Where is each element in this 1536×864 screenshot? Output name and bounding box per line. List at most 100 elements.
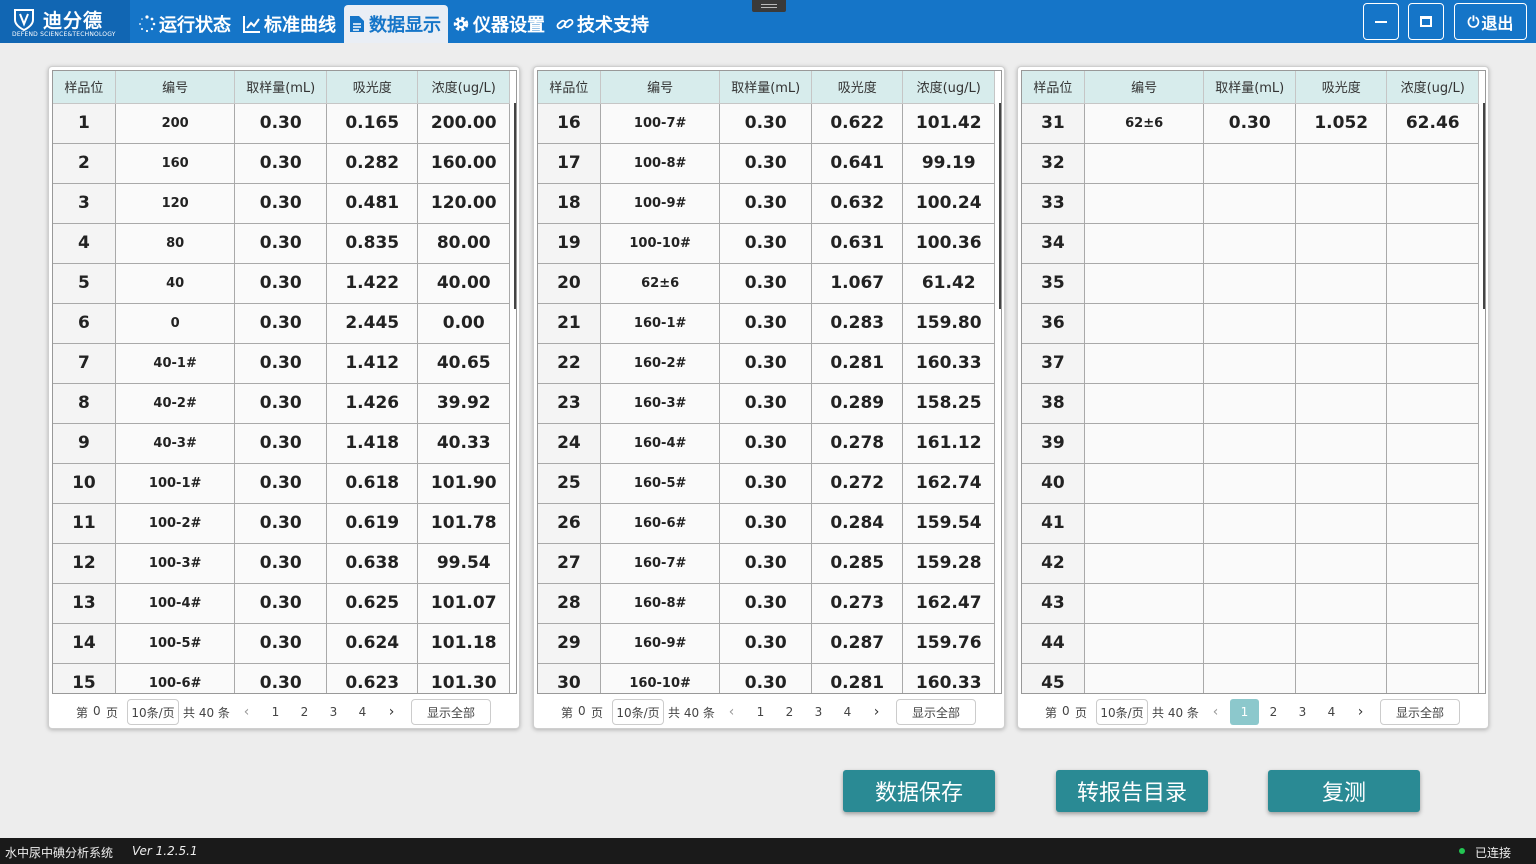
table-row[interactable]: 1 200 0.30 0.165 200.00 [53,103,510,144]
table-row[interactable]: 38 [1022,383,1479,424]
show-all-button[interactable]: 显示全部 [411,699,491,725]
column-header[interactable]: 样品位 [1022,71,1085,104]
page-number-button[interactable]: 3 [1288,699,1317,725]
table-row[interactable]: 3 120 0.30 0.481 120.00 [53,183,510,224]
show-all-button[interactable]: 显示全部 [1380,699,1460,725]
table-row[interactable]: 16 100-7# 0.30 0.622 101.42 [538,103,995,144]
column-header[interactable]: 吸光度 [1295,71,1388,104]
table-row[interactable]: 44 [1022,623,1479,664]
page-number-button[interactable]: 1 [261,699,290,725]
table-row[interactable]: 27 160-7# 0.30 0.285 159.28 [538,543,995,584]
table-row[interactable]: 14 100-5# 0.30 0.624 101.18 [53,623,510,664]
scrollbar[interactable] [1483,103,1485,309]
prev-page-icon[interactable]: ‹ [1201,699,1230,725]
table-row[interactable]: 12 100-3# 0.30 0.638 99.54 [53,543,510,584]
page-number-button[interactable]: 1 [746,699,775,725]
table-row[interactable]: 17 100-8# 0.30 0.641 99.19 [538,143,995,184]
table-row[interactable]: 40 [1022,463,1479,504]
column-header[interactable]: 编号 [600,71,721,104]
table-row[interactable]: 29 160-9# 0.30 0.287 159.76 [538,623,995,664]
table-row[interactable]: 8 40-2# 0.30 1.426 39.92 [53,383,510,424]
maximize-button[interactable] [1408,3,1444,40]
table-row[interactable]: 15 100-6# 0.30 0.623 101.30 [53,663,510,693]
table-row[interactable]: 42 [1022,543,1479,584]
column-header[interactable]: 吸光度 [326,71,419,104]
column-header[interactable]: 样品位 [538,71,601,104]
column-header[interactable]: 吸光度 [811,71,904,104]
column-header[interactable]: 浓度(ug/L) [417,71,510,104]
table-row[interactable]: 9 40-3# 0.30 1.418 40.33 [53,423,510,464]
data-table-1[interactable]: 样品位 编号 取样量(mL) 吸光度 浓度(ug/L) 1 200 0.30 0.165 200.… [52,70,517,694]
drag-handle[interactable] [752,0,786,12]
page-number-button[interactable]: 2 [1259,699,1288,725]
next-page-icon[interactable]: › [377,699,406,725]
table-row[interactable]: 5 40 0.30 1.422 40.00 [53,263,510,304]
table-row[interactable]: 21 160-1# 0.30 0.283 159.80 [538,303,995,344]
save-data-button[interactable]: 数据保存 [843,770,995,812]
table-row[interactable]: 26 160-6# 0.30 0.284 159.54 [538,503,995,544]
table-row[interactable]: 11 100-2# 0.30 0.619 101.78 [53,503,510,544]
prev-page-icon[interactable]: ‹ [232,699,261,725]
page-number-button[interactable]: 4 [348,699,377,725]
table-row[interactable]: 2 160 0.30 0.282 160.00 [53,143,510,184]
minimize-button[interactable] [1363,3,1399,40]
table-row[interactable]: 19 100-10# 0.30 0.631 100.36 [538,223,995,264]
table-row[interactable]: 35 [1022,263,1479,304]
table-row[interactable]: 33 [1022,183,1479,224]
table-row[interactable]: 18 100-9# 0.30 0.632 100.24 [538,183,995,224]
scrollbar[interactable] [514,103,516,309]
table-row[interactable]: 45 [1022,663,1479,693]
table-row[interactable]: 31 62±6 0.30 1.052 62.46 [1022,103,1479,144]
table-row[interactable]: 28 160-8# 0.30 0.273 162.47 [538,583,995,624]
table-row[interactable]: 39 [1022,423,1479,464]
page-number-button[interactable]: 1 [1230,699,1259,725]
table-row[interactable]: 25 160-5# 0.30 0.272 162.74 [538,463,995,504]
tab-run-status[interactable]: 运行状态 [137,5,231,43]
table-row[interactable]: 34 [1022,223,1479,264]
page-size-select[interactable]: 10条/页 [612,699,664,725]
column-header[interactable]: 取样量(mL) [234,71,327,104]
tab-standard-curve[interactable]: 标准曲线 [242,5,336,43]
column-header[interactable]: 样品位 [53,71,116,104]
data-table-3[interactable]: 样品位 编号 取样量(mL) 吸光度 浓度(ug/L) 31 62±6 0.30 1.052 62… [1021,70,1486,694]
report-dir-button[interactable]: 转报告目录 [1056,770,1208,812]
scrollbar[interactable] [999,103,1001,309]
data-table-2[interactable]: 样品位 编号 取样量(mL) 吸光度 浓度(ug/L) 16 100-7# 0.30 0.622… [537,70,1002,694]
table-row[interactable]: 6 0 0.30 2.445 0.00 [53,303,510,344]
page-number-button[interactable]: 2 [775,699,804,725]
table-row[interactable]: 36 [1022,303,1479,344]
table-row[interactable]: 4 80 0.30 0.835 80.00 [53,223,510,264]
table-row[interactable]: 7 40-1# 0.30 1.412 40.65 [53,343,510,384]
next-page-icon[interactable]: › [862,699,891,725]
column-header[interactable]: 浓度(ug/L) [902,71,995,104]
column-header[interactable]: 编号 [1084,71,1205,104]
next-page-icon[interactable]: › [1346,699,1375,725]
table-row[interactable]: 32 [1022,143,1479,184]
prev-page-icon[interactable]: ‹ [717,699,746,725]
retest-button[interactable]: 复测 [1268,770,1420,812]
column-header[interactable]: 取样量(mL) [1203,71,1296,104]
page-number-button[interactable]: 3 [319,699,348,725]
exit-button[interactable]: ⏻ 退出 [1454,3,1527,40]
column-header[interactable]: 浓度(ug/L) [1386,71,1479,104]
table-row[interactable]: 24 160-4# 0.30 0.278 161.12 [538,423,995,464]
table-row[interactable]: 22 160-2# 0.30 0.281 160.33 [538,343,995,384]
tab-instrument-settings[interactable]: 仪器设置 [451,5,545,43]
show-all-button[interactable]: 显示全部 [896,699,976,725]
table-row[interactable]: 43 [1022,583,1479,624]
page-number-button[interactable]: 4 [1317,699,1346,725]
table-row[interactable]: 20 62±6 0.30 1.067 61.42 [538,263,995,304]
column-header[interactable]: 取样量(mL) [719,71,812,104]
page-size-select[interactable]: 10条/页 [1096,699,1148,725]
tab-data-display[interactable]: 数据显示 [344,5,448,43]
table-row[interactable]: 30 160-10# 0.30 0.281 160.33 [538,663,995,693]
tab-tech-support[interactable]: 技术支持 [555,5,649,43]
page-number-button[interactable]: 2 [290,699,319,725]
table-row[interactable]: 23 160-3# 0.30 0.289 158.25 [538,383,995,424]
page-number-button[interactable]: 3 [804,699,833,725]
page-size-select[interactable]: 10条/页 [127,699,179,725]
table-row[interactable]: 10 100-1# 0.30 0.618 101.90 [53,463,510,504]
table-row[interactable]: 37 [1022,343,1479,384]
page-number-button[interactable]: 4 [833,699,862,725]
column-header[interactable]: 编号 [115,71,236,104]
